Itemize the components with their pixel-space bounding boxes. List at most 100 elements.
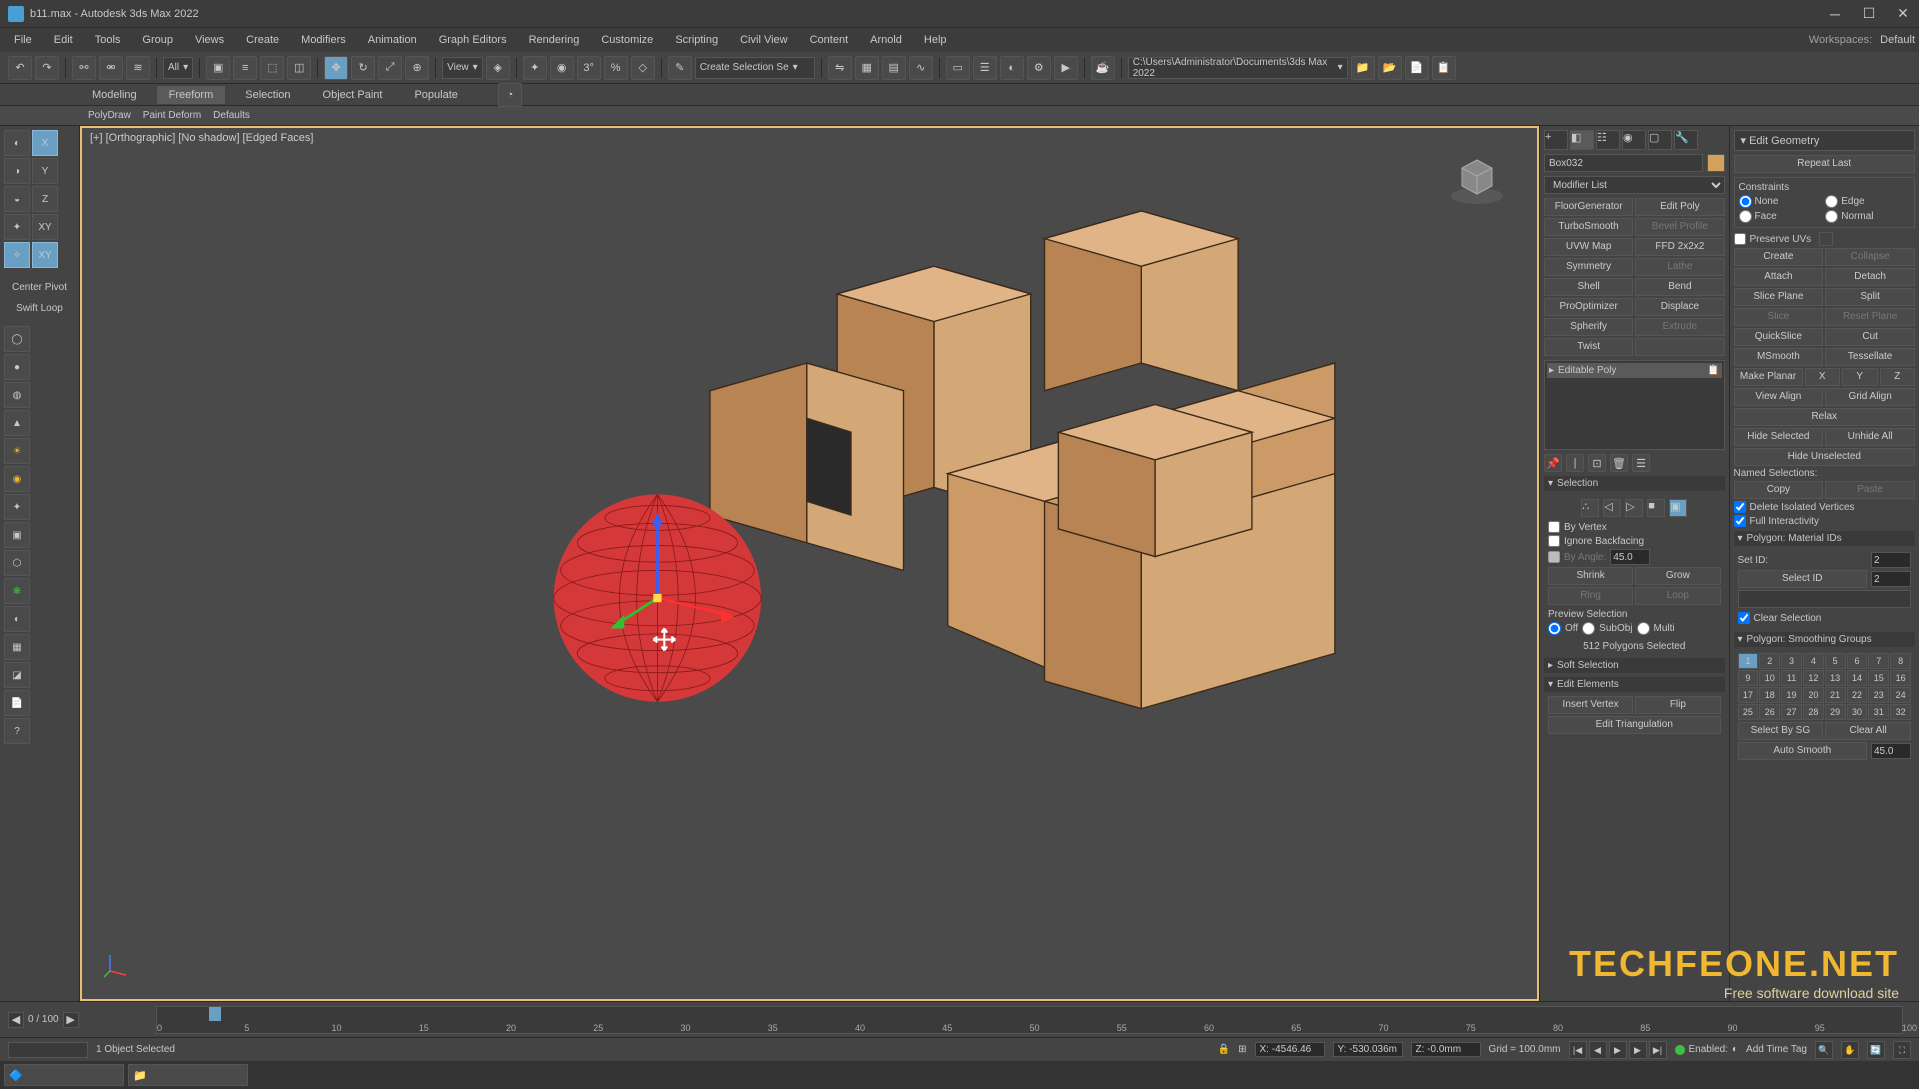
sg-19[interactable]: 19: [1781, 687, 1802, 703]
quickmod-shell[interactable]: Shell: [1544, 278, 1633, 296]
viewalign-button[interactable]: View Align: [1734, 388, 1824, 406]
render-setup-button[interactable]: ⚙: [1027, 56, 1051, 80]
time-slider[interactable]: [209, 1007, 221, 1021]
render-frame-button[interactable]: ▶: [1054, 56, 1078, 80]
fullinteract-checkbox[interactable]: [1734, 515, 1746, 527]
ribbon-modeling[interactable]: Modeling: [80, 86, 149, 104]
subribbon-polydraw[interactable]: PolyDraw: [88, 110, 131, 121]
sliceplane-button[interactable]: Slice Plane: [1734, 288, 1824, 306]
sg-32[interactable]: 32: [1890, 704, 1911, 720]
viewport[interactable]: [+] [Orthographic] [No shadow] [Edged Fa…: [82, 128, 1537, 999]
quickslice-button[interactable]: QuickSlice: [1734, 328, 1824, 346]
stack-config-icon[interactable]: ☰: [1632, 454, 1650, 472]
copy-button[interactable]: Copy: [1734, 481, 1824, 499]
mirror-button[interactable]: ⇋: [828, 56, 852, 80]
sg-21[interactable]: 21: [1825, 687, 1846, 703]
render-button[interactable]: ☕: [1091, 56, 1115, 80]
spinner-snap-button[interactable]: ◇: [631, 56, 655, 80]
ribbon-objectpaint[interactable]: Object Paint: [311, 86, 395, 104]
quickmod-symmetry[interactable]: Symmetry: [1544, 258, 1633, 276]
lt-tool8-icon[interactable]: ▣: [4, 522, 30, 548]
lt-tool6-icon[interactable]: ◉: [4, 466, 30, 492]
nav-max-icon[interactable]: ⛶: [1893, 1041, 1911, 1059]
clearall-button[interactable]: Clear All: [1825, 722, 1911, 740]
sg-11[interactable]: 11: [1781, 670, 1802, 686]
snap-opt4-icon[interactable]: ✦: [4, 214, 30, 240]
sg-7[interactable]: 7: [1868, 653, 1889, 669]
schematic-button[interactable]: ☰: [973, 56, 997, 80]
sg-27[interactable]: 27: [1781, 704, 1802, 720]
ignoreback-checkbox[interactable]: [1548, 535, 1560, 547]
viewcube[interactable]: [1447, 148, 1507, 208]
rollout-selection[interactable]: ▾ Selection: [1544, 476, 1725, 491]
tab-hierarchy-icon[interactable]: ☷: [1596, 130, 1620, 150]
subobj-element-icon[interactable]: ▣: [1669, 499, 1687, 517]
quickmod-ffd 2x2x2[interactable]: FFD 2x2x2: [1635, 238, 1724, 256]
quickmod-turbosmooth[interactable]: TurboSmooth: [1544, 218, 1633, 236]
planar-x[interactable]: X: [1805, 368, 1841, 386]
named-selset-edit-button[interactable]: ✎: [668, 56, 692, 80]
quickmod-bend[interactable]: Bend: [1635, 278, 1724, 296]
sg-13[interactable]: 13: [1825, 670, 1846, 686]
sg-4[interactable]: 4: [1803, 653, 1824, 669]
enabled-toggle-icon[interactable]: ◐: [1732, 1044, 1738, 1055]
lock-icon[interactable]: 🔒: [1218, 1044, 1230, 1055]
quickmod-edit poly[interactable]: Edit Poly: [1635, 198, 1724, 216]
sg-29[interactable]: 29: [1825, 704, 1846, 720]
align-button[interactable]: ▦: [855, 56, 879, 80]
ribbon-freeform[interactable]: Freeform: [157, 86, 226, 104]
sg-9[interactable]: 9: [1738, 670, 1759, 686]
quickmod-uvw map[interactable]: UVW Map: [1544, 238, 1633, 256]
coord-z-field[interactable]: [1411, 1042, 1481, 1057]
sg-3[interactable]: 3: [1781, 653, 1802, 669]
swift-loop-button[interactable]: Swift Loop: [4, 299, 75, 318]
proj-btn1[interactable]: 📁: [1351, 56, 1375, 80]
undo-button[interactable]: ↶: [8, 56, 32, 80]
delisolated-checkbox[interactable]: [1734, 501, 1746, 513]
path-field[interactable]: C:\Users\Administrator\Documents\3ds Max…: [1128, 57, 1348, 79]
con-none-radio[interactable]: [1739, 195, 1752, 208]
play-button[interactable]: ▶: [1609, 1041, 1627, 1059]
filter-dropdown[interactable]: All ▾: [163, 57, 193, 79]
hideunsel-button[interactable]: Hide Unselected: [1734, 448, 1916, 466]
preview-off-radio[interactable]: [1548, 622, 1561, 635]
create-button[interactable]: Create: [1734, 248, 1824, 266]
toggle-ribbon-button[interactable]: ▭: [946, 56, 970, 80]
rollout-sg[interactable]: ▾ Polygon: Smoothing Groups: [1734, 632, 1916, 647]
sg-5[interactable]: 5: [1825, 653, 1846, 669]
sg-17[interactable]: 17: [1738, 687, 1759, 703]
sg-28[interactable]: 28: [1803, 704, 1824, 720]
percent-snap-button[interactable]: %: [604, 56, 628, 80]
lt-tool13-icon[interactable]: ◪: [4, 662, 30, 688]
matid-dropdown[interactable]: [1738, 590, 1912, 608]
msmooth-button[interactable]: MSmooth: [1734, 348, 1824, 366]
select-scale-button[interactable]: ⤢: [378, 56, 402, 80]
select-region-button[interactable]: ⬚: [260, 56, 284, 80]
selectionset-dropdown[interactable]: Create Selection Se ▾: [695, 57, 815, 79]
edittri-button[interactable]: Edit Triangulation: [1548, 716, 1721, 734]
menu-help[interactable]: Help: [914, 31, 957, 49]
tab-display-icon[interactable]: ▢: [1648, 130, 1672, 150]
menu-scripting[interactable]: Scripting: [665, 31, 728, 49]
lt-tool12-icon[interactable]: ▦: [4, 634, 30, 660]
hidesel-button[interactable]: Hide Selected: [1734, 428, 1824, 446]
sg-16[interactable]: 16: [1890, 670, 1911, 686]
sg-10[interactable]: 10: [1759, 670, 1780, 686]
subobj-edge-icon[interactable]: ◁: [1603, 499, 1621, 517]
sg-14[interactable]: 14: [1847, 670, 1868, 686]
con-normal-radio[interactable]: [1825, 210, 1838, 223]
time-ruler[interactable]: 0510152025303540455055606570758085909510…: [156, 1006, 1903, 1034]
proj-btn4[interactable]: 📋: [1432, 56, 1456, 80]
clearsel-checkbox[interactable]: [1738, 612, 1750, 624]
sg-15[interactable]: 15: [1868, 670, 1889, 686]
modifier-list-dropdown[interactable]: Modifier List: [1544, 176, 1725, 194]
select-rotate-button[interactable]: ↻: [351, 56, 375, 80]
sg-1[interactable]: 1: [1738, 653, 1759, 669]
detach-button[interactable]: Detach: [1825, 268, 1915, 286]
menu-tools[interactable]: Tools: [85, 31, 131, 49]
select-object-button[interactable]: ▣: [206, 56, 230, 80]
script-listener[interactable]: [8, 1042, 88, 1058]
workspace-dropdown[interactable]: Default: [1880, 34, 1915, 46]
layer-button[interactable]: ▤: [882, 56, 906, 80]
subobj-vertex-icon[interactable]: ∴: [1581, 499, 1599, 517]
